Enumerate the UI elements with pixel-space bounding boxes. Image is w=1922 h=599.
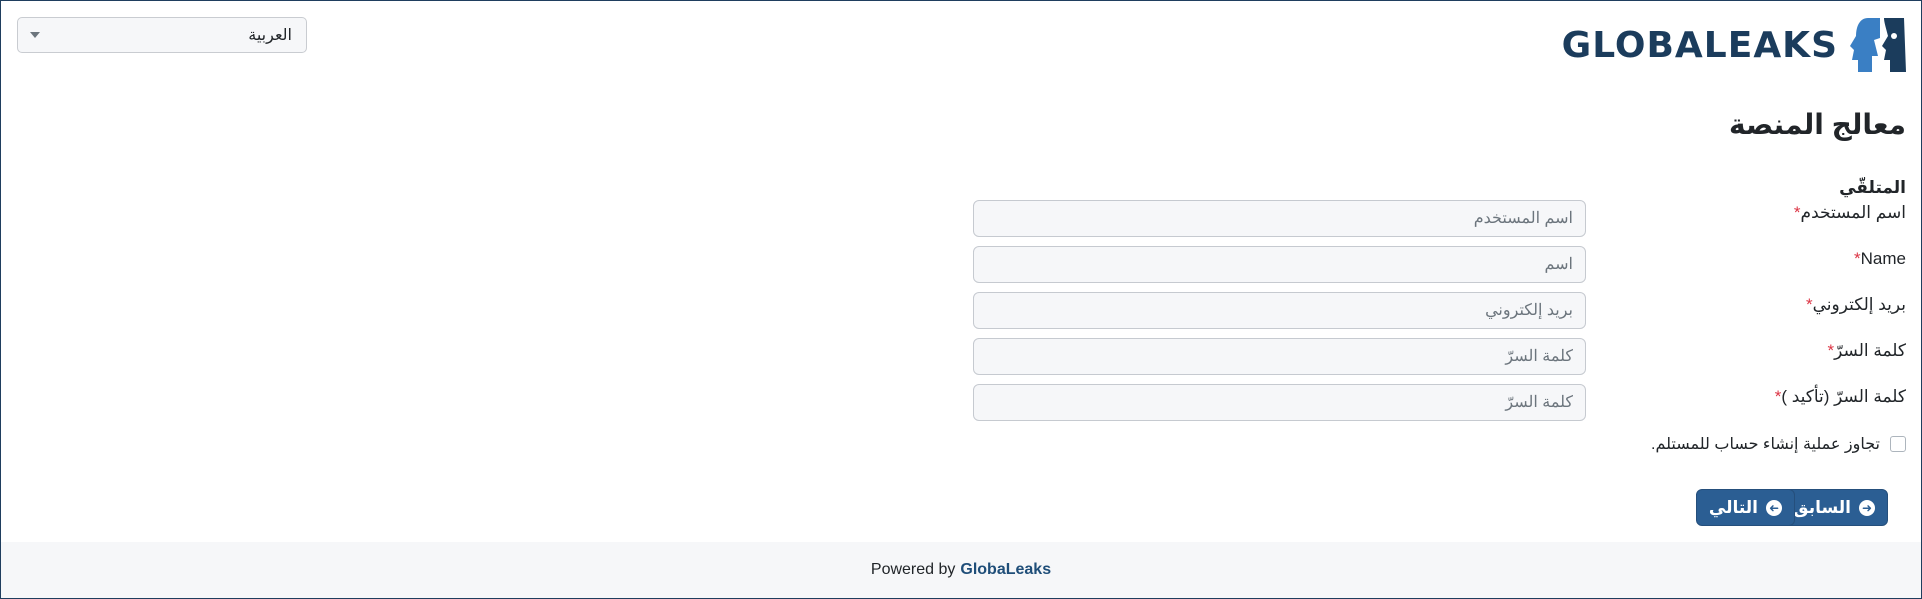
chevron-down-icon bbox=[30, 32, 40, 38]
section-heading: المتلقّي bbox=[1839, 178, 1906, 197]
globaleaks-logo: GLOBALEAKS bbox=[1562, 16, 1906, 74]
required-marker: * bbox=[1793, 203, 1801, 222]
password-input[interactable] bbox=[973, 338, 1586, 375]
username-input[interactable] bbox=[973, 200, 1586, 237]
logo-text: GLOBALEAKS bbox=[1561, 24, 1838, 66]
previous-button[interactable]: ➜ السابق bbox=[1780, 489, 1888, 526]
name-label: Name* bbox=[1854, 249, 1906, 268]
powered-by-text: Powered by bbox=[870, 561, 956, 578]
skip-recipient-checkbox[interactable] bbox=[1890, 436, 1906, 452]
page-title: معالج المنصة bbox=[1728, 109, 1906, 140]
password-confirm-input[interactable] bbox=[973, 384, 1586, 421]
arrow-left-circle-icon: ➜ bbox=[1766, 499, 1782, 516]
password-confirm-label: كلمة السرّ (تأكيد )* bbox=[1774, 387, 1906, 406]
next-button[interactable]: ➜ التالي bbox=[1695, 489, 1795, 526]
email-input[interactable] bbox=[973, 292, 1586, 329]
skip-recipient-row: تجاوز عملية إنشاء حساب للمستلم. bbox=[1651, 434, 1906, 454]
password-label: كلمة السرّ* bbox=[1827, 341, 1906, 360]
required-marker: * bbox=[1805, 295, 1813, 314]
logo-heads-icon bbox=[1850, 18, 1906, 72]
email-label: بريد إلكتروني* bbox=[1805, 295, 1906, 314]
required-marker: * bbox=[1854, 249, 1861, 268]
skip-recipient-label[interactable]: تجاوز عملية إنشاء حساب للمستلم. bbox=[1651, 434, 1880, 454]
username-label: اسم المستخدم* bbox=[1793, 203, 1906, 222]
arrow-right-circle-icon: ➜ bbox=[1859, 499, 1875, 516]
window-frame bbox=[0, 0, 1922, 599]
globaleaks-link[interactable]: GlobaLeaks bbox=[960, 561, 1051, 579]
language-select-value: العربية bbox=[248, 27, 292, 44]
footer: Powered by GlobaLeaks bbox=[1, 542, 1921, 598]
language-select[interactable]: العربية bbox=[17, 17, 307, 53]
name-input[interactable] bbox=[973, 246, 1586, 283]
